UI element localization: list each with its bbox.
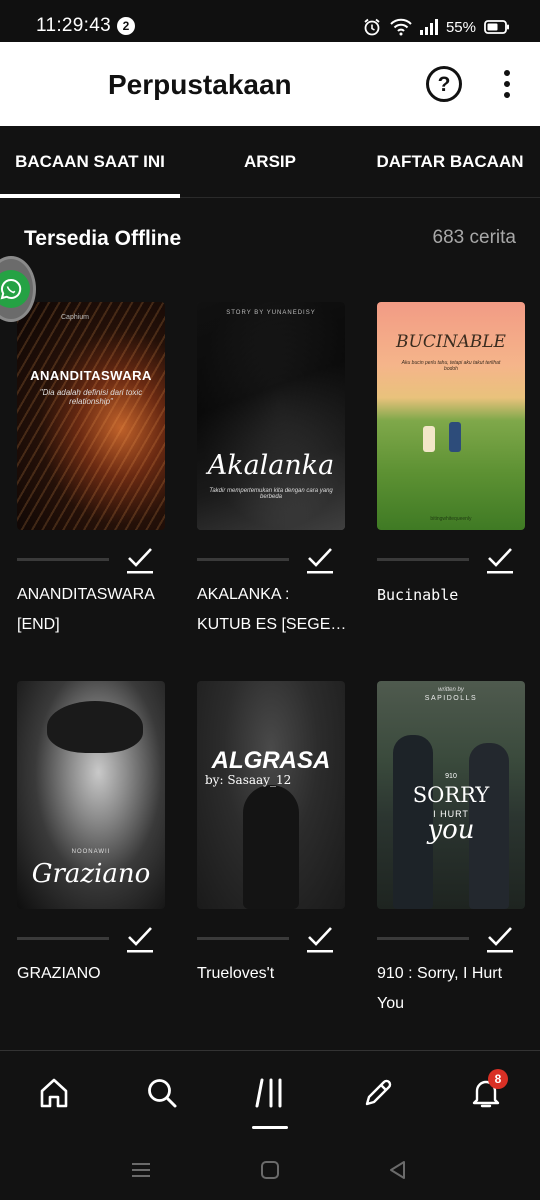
- reading-progress: [377, 937, 469, 940]
- bottom-navigation: 8: [0, 1050, 540, 1142]
- cover-top-text: NOONAWII: [71, 849, 111, 855]
- search-icon[interactable]: [140, 1071, 184, 1115]
- story-title[interactable]: Bucinable: [377, 580, 527, 610]
- back-icon[interactable]: [384, 1156, 412, 1184]
- wifi-icon: [390, 18, 412, 36]
- app-root: 11:29:43 2 55% Perpustakaan ? BACAAN SAA…: [0, 0, 540, 1200]
- notifications-icon[interactable]: 8: [464, 1069, 508, 1115]
- cover-subtitle: Aku bucin perlu tahu, tetapi aku takut t…: [401, 360, 501, 372]
- alarm-icon: [362, 17, 382, 37]
- cover-title: Akalanka: [207, 450, 335, 481]
- cover-subtitle: Takdir mempertemukan kita dengan cara ya…: [209, 488, 333, 500]
- section-title: Tersedia Offline: [24, 227, 182, 250]
- story-cover[interactable]: STORY BY YUNANEDISY Akalanka Takdir memp…: [197, 302, 345, 530]
- cover-title: BUCINABLE: [396, 332, 506, 352]
- reading-progress: [197, 937, 289, 940]
- silhouette: [243, 785, 299, 909]
- story-title[interactable]: AKALANKA : KUTUB ES [SEGE…: [197, 580, 347, 640]
- cover-title: ALGRASA: [211, 747, 331, 774]
- story-title[interactable]: GRAZIANO: [17, 959, 167, 989]
- offline-check-icon: [307, 548, 333, 574]
- active-tab-indicator: [0, 194, 180, 198]
- write-icon[interactable]: [356, 1071, 400, 1115]
- status-bar: 11:29:43 2 55%: [0, 0, 540, 42]
- battery-icon: [484, 20, 510, 34]
- cover-bottom-text: bitingwhitequeenly: [430, 516, 472, 522]
- home-icon[interactable]: [32, 1071, 76, 1115]
- hair-shape: [47, 701, 143, 753]
- cover-title: ANANDITASWARA: [30, 368, 152, 383]
- tab-reading-list[interactable]: DAFTAR BACAAN: [360, 126, 540, 198]
- more-options-icon[interactable]: [496, 68, 518, 100]
- page-title: Perpustakaan: [108, 69, 292, 100]
- story-title[interactable]: 910 : Sorry, I Hurt You: [377, 959, 527, 1019]
- story-cover[interactable]: ALGRASA by: Sasaay_12: [197, 681, 345, 909]
- active-nav-indicator: [252, 1126, 288, 1129]
- offline-check-icon: [127, 548, 153, 574]
- app-header: Perpustakaan ?: [0, 42, 540, 126]
- status-time: 11:29:43: [36, 15, 111, 36]
- story-cover[interactable]: written by SAPIDOLLS 910 SORRY I HURT yo…: [377, 681, 525, 909]
- story-cover[interactable]: BUCINABLE Aku bucin perlu tahu, tetapi a…: [377, 302, 525, 530]
- cover-number: 910: [445, 773, 457, 780]
- offline-check-icon: [127, 927, 153, 953]
- library-tabs: BACAAN SAAT INI ARSIP DAFTAR BACAAN: [0, 126, 540, 198]
- cover-top-text: STORY BY YUNANEDISY: [226, 310, 316, 316]
- cover-title: SORRY: [412, 783, 490, 807]
- system-navigation: [0, 1142, 540, 1200]
- figure-left: [423, 426, 435, 452]
- recents-icon[interactable]: [127, 1156, 155, 1184]
- home-button-icon[interactable]: [256, 1156, 284, 1184]
- reading-progress: [17, 937, 109, 940]
- status-icons: 55%: [362, 15, 510, 39]
- story-title[interactable]: Trueloves't: [197, 959, 347, 989]
- cover-top-text: Caphium: [61, 314, 90, 321]
- cover-author: SAPIDOLLS: [424, 695, 478, 702]
- notification-badge: 8: [488, 1069, 508, 1089]
- reading-progress: [197, 558, 289, 561]
- cover-subtitle: "Dia adalah definisi dari toxic relation…: [39, 388, 143, 406]
- cover-script-text: you: [427, 815, 475, 845]
- story-cover[interactable]: Caphium ANANDITASWARA "Dia adalah defini…: [17, 302, 165, 530]
- chat-icon: [0, 270, 30, 308]
- help-icon[interactable]: ?: [426, 66, 462, 102]
- battery-percent: 55%: [445, 18, 476, 36]
- tab-current-reads[interactable]: BACAAN SAAT INI: [0, 126, 180, 198]
- tab-archive[interactable]: ARSIP: [180, 126, 360, 198]
- offline-check-icon: [307, 927, 333, 953]
- reading-progress: [377, 558, 469, 561]
- notification-count-badge: 2: [117, 17, 135, 35]
- cover-title: Graziano: [31, 859, 151, 889]
- story-count: 683 cerita: [432, 227, 516, 248]
- signal-icon: [419, 19, 438, 35]
- hair-texture: [17, 302, 165, 530]
- story-title[interactable]: ANANDITASWARA [END]: [17, 580, 167, 640]
- figure-right: [449, 422, 461, 452]
- cover-top-text: written by: [438, 687, 464, 693]
- reading-progress: [17, 558, 109, 561]
- offline-check-icon: [487, 548, 513, 574]
- offline-check-icon: [487, 927, 513, 953]
- story-cover[interactable]: NOONAWII Graziano: [17, 681, 165, 909]
- cover-subtitle: by: Sasaay_12: [205, 773, 292, 787]
- library-icon[interactable]: [248, 1071, 292, 1115]
